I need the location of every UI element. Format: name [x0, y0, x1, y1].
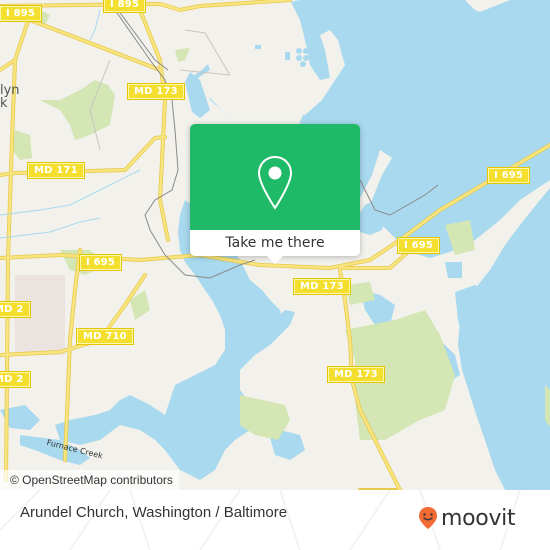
place-label-brooklyn-park-2: k: [0, 96, 8, 111]
road-shield-md2: MD 2: [0, 301, 31, 318]
road-shield-md173: MD 173: [127, 83, 185, 100]
map-view[interactable]: I 895 I 895 MD 173 MD 171 I 695 I 695 I …: [0, 0, 550, 490]
footer-bar: Arundel Church, Washington / Baltimore m…: [0, 490, 550, 550]
road-shield-md171: MD 171: [27, 162, 85, 179]
take-me-there-button[interactable]: Take me there: [190, 230, 360, 256]
place-title: Arundel Church, Washington / Baltimore: [20, 504, 288, 521]
road-shield-i695: I 695: [78, 254, 123, 271]
park-area-1: [40, 80, 115, 140]
moovit-logo[interactable]: moovit: [418, 504, 516, 532]
moovit-wordmark: moovit: [441, 505, 516, 531]
popup-pointer: [266, 255, 284, 264]
road-shield-md173: MD 173: [293, 278, 351, 295]
location-popup[interactable]: Take me there: [190, 124, 360, 264]
road-shield-md710: MD 710: [76, 328, 134, 345]
moovit-smiley-pin-icon: [419, 507, 437, 529]
road-shield-i895: I 895: [102, 0, 147, 13]
road-shield-i695: I 695: [486, 167, 531, 184]
popup-header[interactable]: [190, 124, 360, 230]
road-shield-i695: I 695: [396, 237, 441, 254]
location-pin-icon: [257, 155, 293, 210]
road-shield-md2: MD 2: [0, 371, 31, 388]
road-shield-md173: MD 173: [327, 366, 385, 383]
map-attribution[interactable]: © OpenStreetMap contributors: [0, 470, 179, 490]
road-shield-i895: I 895: [0, 5, 43, 22]
